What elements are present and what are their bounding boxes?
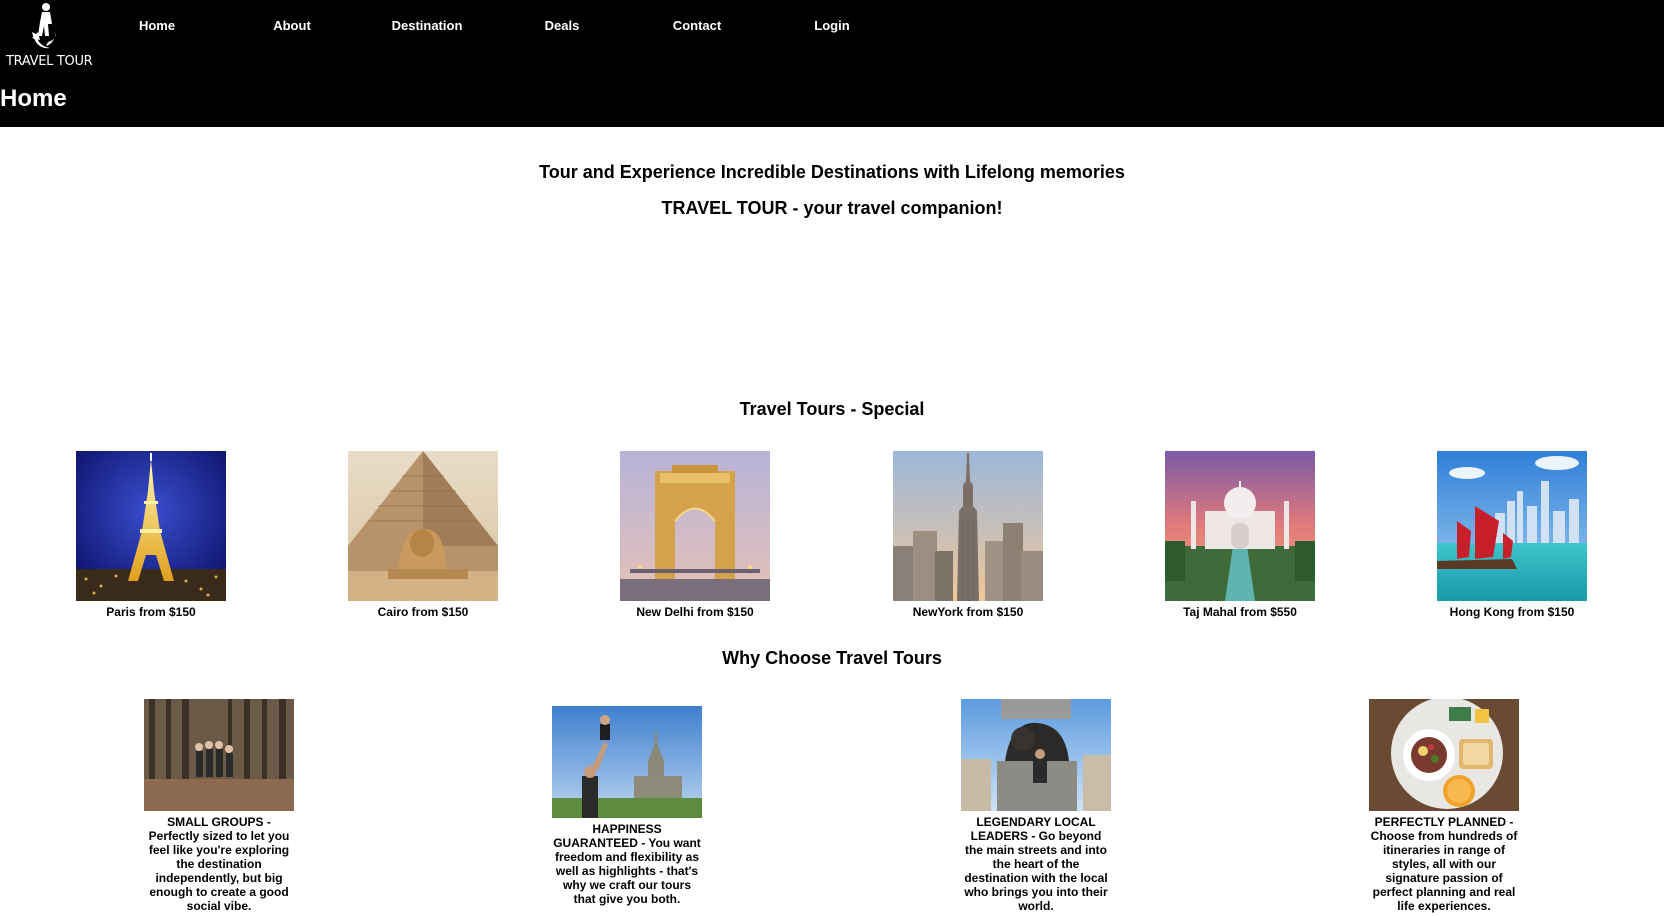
traveler-logo-icon — [32, 3, 56, 49]
india-gate-image[interactable] — [620, 451, 770, 601]
breakfast-plate-image — [1369, 699, 1519, 811]
nav-contact[interactable]: Contact — [673, 18, 721, 33]
why-text: LEGENDARY LOCAL LEADERS - Go beyond the … — [964, 815, 1108, 913]
logo-text: TRAVEL TOUR — [6, 54, 93, 69]
why-card-local-leaders: LEGENDARY LOCAL LEADERS - Go beyond the … — [961, 699, 1111, 913]
why-text: HAPPINESS GUARANTEED - You want freedom … — [553, 822, 701, 906]
lion-statue-image — [961, 699, 1111, 811]
sphinx-pyramid-image[interactable] — [348, 451, 498, 601]
destination-caption: Cairo from $150 — [377, 605, 469, 619]
nav-destination[interactable]: Destination — [392, 18, 463, 33]
why-title: Why Choose Travel Tours — [722, 648, 942, 668]
destination-caption: New Delhi from $150 — [636, 605, 754, 619]
hero-subtagline: TRAVEL TOUR - your travel companion! — [661, 198, 1003, 218]
page: TRAVEL TOUR Home About Destination Deals… — [0, 0, 1664, 917]
empire-state-image[interactable] — [893, 451, 1043, 601]
destination-card-newyork[interactable]: NewYork from $150 — [893, 451, 1043, 619]
why-card-happiness: HAPPINESS GUARANTEED - You want freedom … — [552, 706, 702, 906]
destination-card-new-delhi[interactable]: New Delhi from $150 — [620, 451, 770, 619]
father-child-image — [552, 706, 702, 818]
site-header: TRAVEL TOUR Home About Destination Deals… — [0, 0, 1664, 127]
nav-deals[interactable]: Deals — [545, 18, 580, 33]
destination-caption: Taj Mahal from $550 — [1183, 605, 1297, 619]
destination-card-cairo[interactable]: Cairo from $150 — [348, 451, 498, 619]
destination-card-paris[interactable]: Paris from $150 — [76, 451, 226, 619]
taj-mahal-image[interactable] — [1165, 451, 1315, 601]
eiffel-tower-image[interactable] — [76, 451, 226, 601]
nav-home[interactable]: Home — [139, 18, 175, 33]
destination-caption: NewYork from $150 — [912, 605, 1024, 619]
why-text: PERFECTLY PLANNED - Choose from hundreds… — [1370, 815, 1518, 913]
why-card-small-groups: SMALL GROUPS - Perfectly sized to let yo… — [144, 699, 294, 913]
nav-about[interactable]: About — [273, 18, 311, 33]
why-card-perfectly-planned: PERFECTLY PLANNED - Choose from hundreds… — [1369, 699, 1519, 913]
hero-tagline: Tour and Experience Incredible Destinati… — [539, 162, 1125, 182]
hong-kong-junk-image[interactable] — [1437, 451, 1587, 601]
destination-card-hong-kong[interactable]: Hong Kong from $150 — [1437, 451, 1587, 619]
destination-caption: Hong Kong from $150 — [1449, 605, 1575, 619]
page-title: Home — [0, 85, 67, 112]
site-logo[interactable]: TRAVEL TOUR — [6, 2, 93, 70]
destination-card-taj-mahal[interactable]: Taj Mahal from $550 — [1165, 451, 1315, 619]
forest-group-image — [144, 699, 294, 811]
nav-login[interactable]: Login — [814, 18, 849, 33]
specials-title: Travel Tours - Special — [739, 399, 925, 419]
destination-caption: Paris from $150 — [106, 605, 196, 619]
why-text: SMALL GROUPS - Perfectly sized to let yo… — [148, 815, 290, 913]
